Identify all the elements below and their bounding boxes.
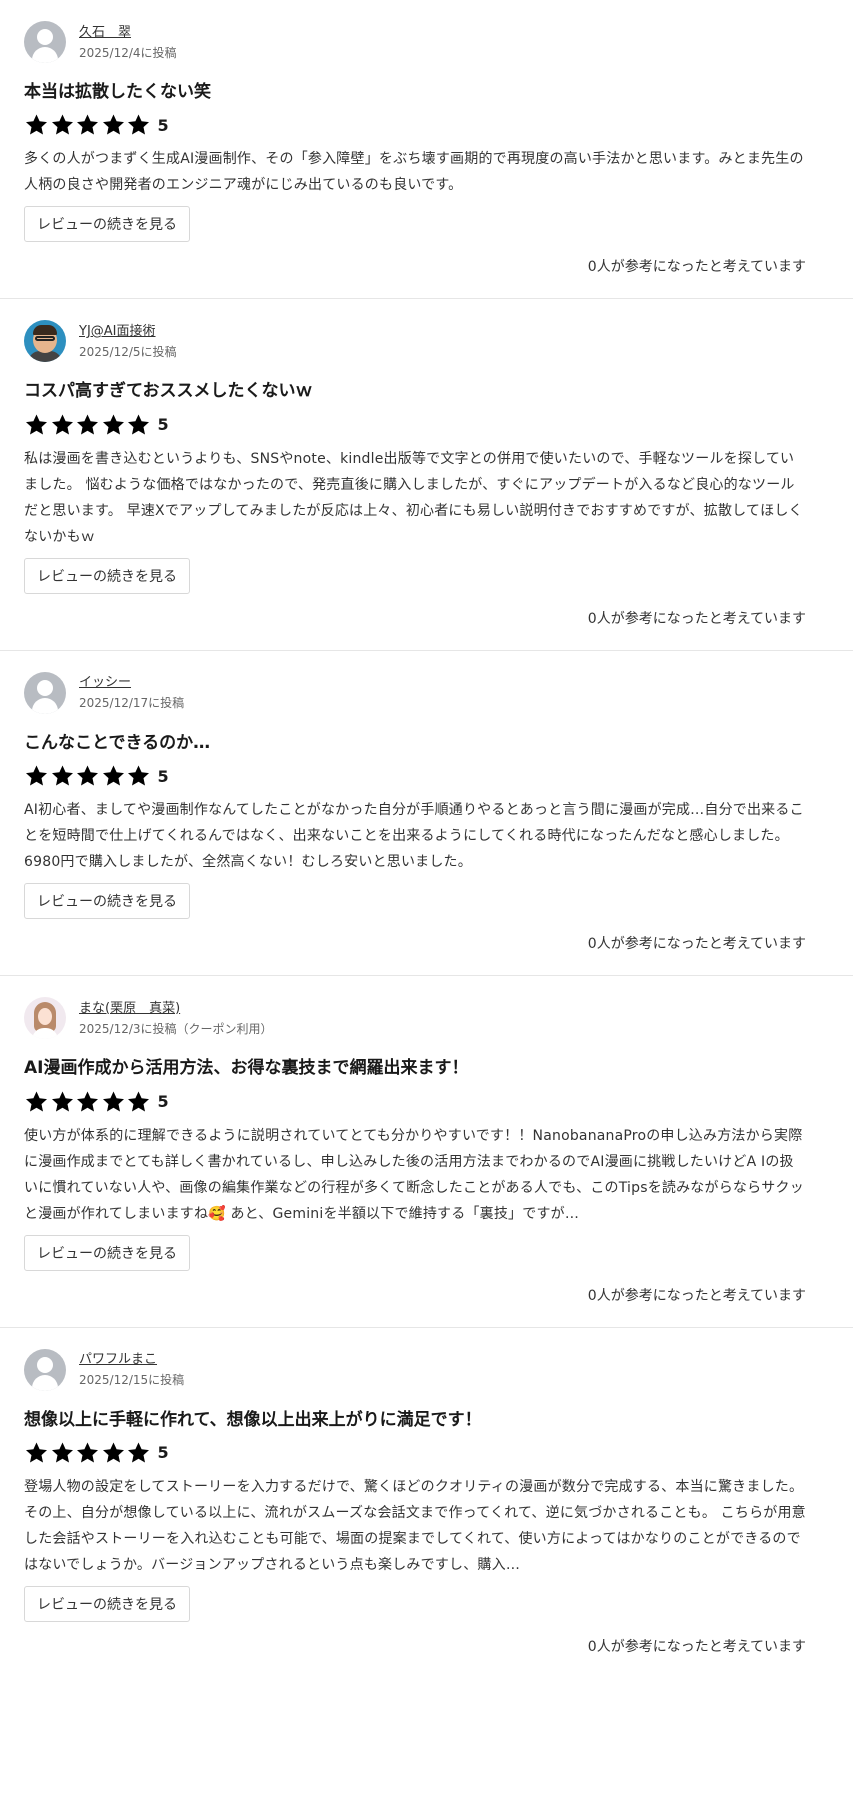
star-rating: 5 bbox=[24, 763, 806, 789]
star-icon bbox=[24, 764, 49, 788]
star-icon bbox=[50, 764, 75, 788]
review-text: 使い方が体系的に理解できるように説明されていてとても分かりやすいです！！Nano… bbox=[24, 1127, 804, 1222]
star-icon bbox=[50, 1441, 75, 1465]
post-date: 2025/12/15に投稿 bbox=[79, 1373, 185, 1388]
avatar bbox=[24, 671, 66, 714]
review-text: AI初心者、ましてや漫画制作なんてしたことがなかった自分が手順通りやるとあっと言… bbox=[24, 802, 804, 871]
rating-score: 5 bbox=[157, 1443, 169, 1463]
star-icon bbox=[75, 113, 100, 137]
read-more-button[interactable]: レビューの続きを見る bbox=[24, 883, 190, 920]
read-more-button[interactable]: レビューの続きを見る bbox=[24, 1585, 190, 1622]
star-icon bbox=[126, 113, 151, 137]
author-link[interactable]: イッシー bbox=[79, 676, 184, 689]
review-card: まな(栗原 真菜) 2025/12/3に投稿（クーポン利用） AI漫画作成から活… bbox=[0, 976, 853, 1328]
star-icon bbox=[24, 1090, 49, 1114]
post-date: 2025/12/17に投稿 bbox=[79, 696, 185, 711]
review-card: 久石 翠 2025/12/4に投稿 本当は拡散したくない笑 5 多くの人がつまず… bbox=[0, 0, 853, 300]
star-rating: 5 bbox=[24, 1089, 806, 1115]
rating-score: 5 bbox=[157, 415, 169, 435]
star-icon bbox=[101, 1090, 126, 1114]
star-icon bbox=[126, 764, 151, 788]
star-icon bbox=[24, 113, 49, 137]
review-card: YJ@AI面接術 2025/12/5に投稿 コスパ高すぎておススメしたくないｗ … bbox=[0, 299, 853, 651]
review-header: イッシー 2025/12/17に投稿 bbox=[24, 669, 806, 717]
star-icon bbox=[75, 764, 100, 788]
post-date: 2025/12/4に投稿 bbox=[79, 45, 177, 60]
avatar bbox=[24, 997, 66, 1040]
helpful-count: 0人が参考になったと考えています bbox=[587, 1638, 806, 1655]
star-icon bbox=[24, 1441, 49, 1465]
helpful-count: 0人が参考になったと考えています bbox=[587, 259, 806, 276]
read-more-button[interactable]: レビューの続きを見る bbox=[24, 557, 190, 594]
star-icon bbox=[126, 1090, 151, 1114]
star-icon bbox=[50, 1090, 75, 1114]
avatar bbox=[24, 1348, 66, 1391]
star-icon bbox=[75, 413, 100, 437]
review-title: AI漫画作成から活用方法、お得な裏技まで網羅出来ます！ bbox=[24, 1058, 469, 1079]
star-icon bbox=[101, 413, 126, 437]
star-icon bbox=[50, 413, 75, 437]
star-icon bbox=[75, 1441, 100, 1465]
star-icon bbox=[75, 1090, 100, 1114]
post-date: 2025/12/5に投稿 bbox=[79, 344, 177, 359]
rating-score: 5 bbox=[157, 115, 169, 135]
star-rating: 5 bbox=[24, 112, 806, 138]
star-rating: 5 bbox=[24, 1440, 806, 1466]
star-rating: 5 bbox=[24, 412, 806, 438]
star-icon bbox=[101, 764, 126, 788]
review-title: こんなことできるのか… bbox=[24, 732, 211, 753]
author-link[interactable]: 久石 翠 bbox=[79, 26, 177, 39]
author-link[interactable]: パワフルまこ bbox=[79, 1353, 184, 1366]
helpful-count: 0人が参考になったと考えています bbox=[587, 610, 806, 627]
star-icon bbox=[101, 113, 126, 137]
review-title: 本当は拡散したくない笑 bbox=[24, 82, 211, 102]
avatar bbox=[24, 320, 66, 363]
post-date: 2025/12/3に投稿（クーポン利用） bbox=[79, 1021, 273, 1036]
author-link[interactable]: まな(栗原 真菜) bbox=[79, 1002, 273, 1015]
star-icon bbox=[126, 413, 151, 437]
avatar bbox=[24, 21, 66, 63]
review-title: 想像以上に手軽に作れて、想像以上出来上がりに満足です！ bbox=[24, 1409, 482, 1430]
review-header: パワフルまこ 2025/12/15に投稿 bbox=[24, 1346, 806, 1394]
star-icon bbox=[101, 1441, 126, 1465]
star-icon bbox=[126, 1441, 151, 1465]
star-icon bbox=[24, 413, 49, 437]
review-text: 多くの人がつまずく生成AI漫画制作、その「参入障壁」をぶち壊す画期的で再現度の高… bbox=[24, 151, 804, 194]
review-header: まな(栗原 真菜) 2025/12/3に投稿（クーポン利用） bbox=[24, 994, 806, 1042]
rating-score: 5 bbox=[157, 1092, 169, 1112]
read-more-button[interactable]: レビューの続きを見る bbox=[24, 206, 190, 243]
star-icon bbox=[50, 113, 75, 137]
rating-score: 5 bbox=[157, 766, 169, 786]
author-link[interactable]: YJ@AI面接術 bbox=[79, 325, 177, 338]
review-text: 登場人物の設定をしてストーリーを入力するだけで、驚くほどのクオリティの漫画が数分… bbox=[24, 1478, 806, 1573]
review-text: 私は漫画を書き込むというよりも、SNSやnote、kindle出版等で文字との併… bbox=[24, 450, 803, 545]
review-card: イッシー 2025/12/17に投稿 こんなことできるのか… 5 AI初心者、ま… bbox=[0, 651, 853, 977]
helpful-count: 0人が参考になったと考えています bbox=[587, 1287, 806, 1304]
review-title: コスパ高すぎておススメしたくないｗ bbox=[24, 381, 313, 402]
review-card: パワフルまこ 2025/12/15に投稿 想像以上に手軽に作れて、想像以上出来上… bbox=[0, 1328, 853, 1678]
read-more-button[interactable]: レビューの続きを見る bbox=[24, 1234, 190, 1271]
helpful-count: 0人が参考になったと考えています bbox=[587, 936, 806, 953]
review-header: YJ@AI面接術 2025/12/5に投稿 bbox=[24, 317, 806, 365]
review-header: 久石 翠 2025/12/4に投稿 bbox=[24, 18, 806, 66]
